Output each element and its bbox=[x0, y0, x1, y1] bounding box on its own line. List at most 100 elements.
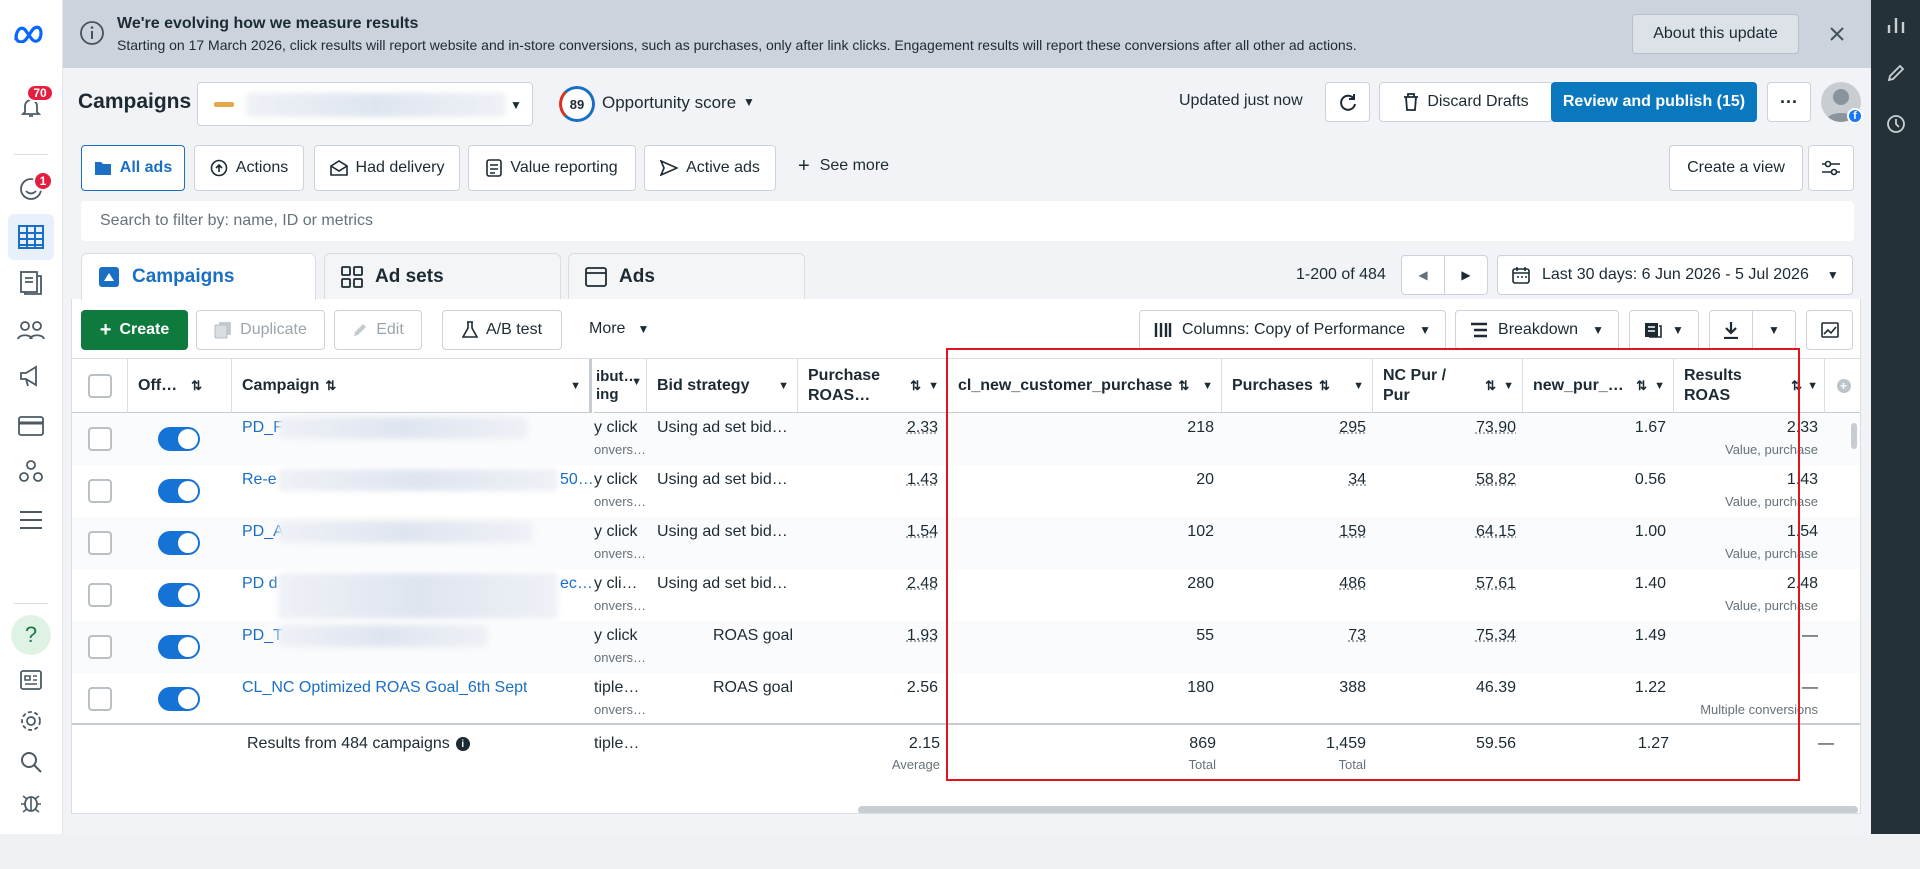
charts-toggle-button[interactable] bbox=[1806, 310, 1853, 350]
chevron-down-icon[interactable]: ▼ bbox=[741, 94, 757, 110]
megaphone-icon[interactable] bbox=[15, 360, 47, 392]
tab-ads[interactable]: Ads bbox=[568, 253, 805, 299]
campaign-name-link[interactable]: PD_T bbox=[242, 627, 283, 645]
filter-settings-button[interactable] bbox=[1808, 145, 1854, 191]
pencil-icon[interactable] bbox=[1883, 60, 1909, 86]
campaign-toggle[interactable] bbox=[158, 531, 200, 555]
help-icon[interactable]: ? bbox=[11, 615, 51, 655]
export-options-dropdown[interactable]: ▼ bbox=[1752, 310, 1796, 350]
edit-button[interactable]: Edit bbox=[334, 310, 422, 350]
more-dropdown[interactable]: More ▼ bbox=[589, 320, 649, 338]
discard-drafts-button[interactable]: Discard Drafts bbox=[1379, 82, 1553, 122]
select-all-checkbox[interactable] bbox=[87, 373, 112, 398]
filter-chip-actions[interactable]: Actions bbox=[194, 145, 304, 191]
discard-drafts-label: Discard Drafts bbox=[1427, 93, 1529, 110]
row-checkbox[interactable] bbox=[88, 635, 112, 659]
campaign-name-link[interactable]: PD_F bbox=[242, 419, 283, 437]
column-menu-icon[interactable]: ▼ bbox=[631, 373, 642, 391]
campaign-name-link[interactable]: CL_NC Optimized ROAS Goal_6th Sept bbox=[242, 679, 527, 697]
filter-chip-had-delivery[interactable]: Had delivery bbox=[314, 145, 460, 191]
envelope-icon bbox=[329, 160, 348, 176]
menu-icon[interactable] bbox=[15, 504, 47, 536]
filter-chip-active-ads[interactable]: Active ads bbox=[644, 145, 776, 191]
campaign-toggle[interactable] bbox=[158, 479, 200, 503]
bug-report-icon[interactable] bbox=[17, 788, 45, 816]
audiences-icon[interactable] bbox=[14, 314, 48, 346]
close-icon[interactable] bbox=[1823, 20, 1851, 48]
horizontal-scrollbar[interactable] bbox=[858, 806, 1858, 813]
attribution-value: y cli… bbox=[594, 575, 638, 592]
column-menu-icon[interactable]: ▼ bbox=[1807, 376, 1818, 396]
news-feed-icon[interactable] bbox=[17, 666, 45, 694]
filter-chip-all-ads[interactable]: All ads bbox=[81, 145, 185, 191]
business-network-icon[interactable] bbox=[15, 455, 47, 487]
columns-dropdown[interactable]: Columns: Copy of Performance ▼ bbox=[1139, 310, 1446, 350]
tab-label: Ad sets bbox=[375, 265, 444, 287]
tab-campaigns[interactable]: Campaigns bbox=[81, 253, 316, 300]
campaign-toggle[interactable] bbox=[158, 427, 200, 451]
campaign-name-link[interactable]: Re-e bbox=[242, 471, 277, 489]
review-and-publish-button[interactable]: Review and publish (15) bbox=[1551, 82, 1757, 122]
row-checkbox[interactable] bbox=[88, 583, 112, 607]
more-options-button[interactable]: ··· bbox=[1767, 82, 1811, 122]
next-page-button[interactable]: ▶ bbox=[1444, 255, 1488, 295]
header-off-on[interactable]: Off… ⇅ bbox=[128, 359, 232, 413]
campaign-toggle[interactable] bbox=[158, 687, 200, 711]
sort-icon[interactable]: ⇅ bbox=[910, 376, 921, 396]
create-button[interactable]: + Create bbox=[81, 310, 188, 350]
previous-page-button[interactable]: ◀ bbox=[1401, 255, 1445, 295]
header-attribution[interactable]: ibut… ing ▼ bbox=[594, 359, 647, 413]
header-bid-strategy[interactable]: Bid strategy ▼ bbox=[647, 359, 798, 413]
header-campaign[interactable]: Campaign ⇅ ▼ bbox=[232, 359, 592, 413]
filter-chip-value-reporting[interactable]: Value reporting bbox=[468, 145, 636, 191]
create-a-view-button[interactable]: Create a view bbox=[1669, 145, 1803, 191]
column-menu-icon[interactable]: ▼ bbox=[928, 376, 939, 396]
header-purchase-roas[interactable]: Purchase ROAS… ⇅ ▼ bbox=[798, 359, 948, 413]
add-column-icon[interactable]: + bbox=[1836, 378, 1851, 393]
search-input[interactable]: Search to filter by: name, ID or metrics bbox=[81, 201, 1854, 241]
row-checkbox[interactable] bbox=[88, 531, 112, 555]
search-icon[interactable] bbox=[17, 748, 45, 776]
ab-test-button[interactable]: A/B test bbox=[442, 310, 562, 350]
columns-label: Columns: Copy of Performance bbox=[1181, 321, 1406, 338]
row-checkbox[interactable] bbox=[88, 427, 112, 451]
header-label: Bid strategy bbox=[657, 376, 750, 394]
row-checkbox[interactable] bbox=[88, 687, 112, 711]
search-placeholder: Search to filter by: name, ID or metrics bbox=[100, 212, 373, 229]
ads-manager-table-icon[interactable] bbox=[8, 214, 54, 260]
pages-icon[interactable] bbox=[15, 267, 47, 299]
column-menu-icon[interactable]: ▼ bbox=[778, 380, 789, 392]
date-range-picker[interactable]: Last 30 days: 6 Jun 2026 - 5 Jul 2026 ▼ bbox=[1497, 255, 1853, 295]
campaign-name-link[interactable]: PD d bbox=[242, 575, 278, 593]
bar-chart-icon[interactable] bbox=[1883, 12, 1909, 38]
send-icon bbox=[660, 160, 679, 176]
vertical-scrollbar[interactable] bbox=[1851, 423, 1857, 449]
settings-gear-icon[interactable] bbox=[17, 707, 45, 735]
billing-card-icon[interactable] bbox=[15, 410, 47, 442]
sort-icon[interactable]: ⇅ bbox=[325, 378, 336, 394]
date-range-label: Last 30 days: 6 Jun 2026 - 5 Jul 2026 bbox=[1542, 266, 1809, 283]
duplicate-button[interactable]: Duplicate bbox=[196, 310, 325, 350]
purchase-roas-value: 1.93 bbox=[906, 627, 938, 644]
breakdown-dropdown[interactable]: Breakdown ▼ bbox=[1455, 310, 1619, 350]
see-more-link[interactable]: + See more bbox=[798, 156, 889, 176]
column-menu-icon[interactable]: ▼ bbox=[570, 380, 581, 392]
opportunity-score-badge[interactable]: 89 bbox=[559, 86, 595, 122]
campaign-toggle[interactable] bbox=[158, 583, 200, 607]
refresh-button[interactable] bbox=[1325, 82, 1370, 122]
opportunity-score-label[interactable]: Opportunity score bbox=[602, 93, 736, 113]
about-this-update-button[interactable]: About this update bbox=[1632, 14, 1799, 54]
header-select-all bbox=[72, 359, 128, 413]
row-checkbox[interactable] bbox=[88, 479, 112, 503]
history-clock-icon[interactable] bbox=[1883, 111, 1909, 137]
tab-adsets[interactable]: Ad sets bbox=[324, 253, 561, 299]
export-button[interactable] bbox=[1709, 310, 1753, 350]
campaign-toggle[interactable] bbox=[158, 635, 200, 659]
info-icon[interactable]: i bbox=[455, 737, 470, 751]
account-selector[interactable]: ▼ bbox=[197, 82, 533, 126]
summary-label-text: Results from 484 campaigns bbox=[247, 735, 450, 752]
header-add-column[interactable]: + bbox=[1825, 359, 1860, 413]
sort-icon[interactable]: ⇅ bbox=[191, 378, 202, 394]
meta-logo-icon[interactable] bbox=[12, 18, 50, 48]
reports-dropdown[interactable]: ▼ bbox=[1629, 310, 1699, 350]
